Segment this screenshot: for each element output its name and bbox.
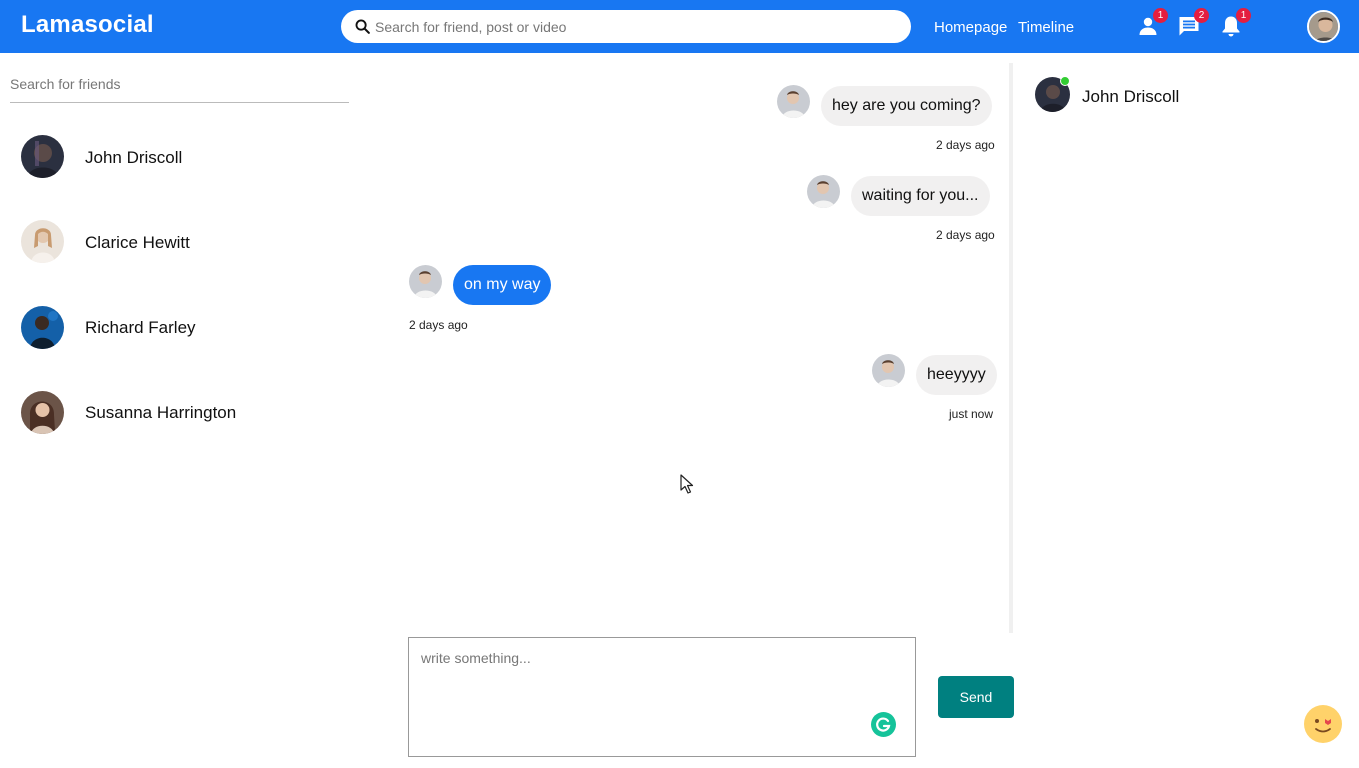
friend-requests-badge: 1 (1153, 8, 1168, 23)
emoji-face-icon (1306, 707, 1340, 741)
message-avatar (777, 85, 810, 118)
messages-button[interactable]: 2 (1177, 8, 1209, 38)
mouse-cursor-icon (680, 474, 694, 494)
emoji-widget[interactable] (1304, 705, 1342, 743)
friend-name: Richard Farley (85, 318, 196, 337)
message-avatar (409, 265, 442, 298)
friend-item-richard-farley[interactable]: Richard Farley (15, 296, 345, 356)
message-avatar (872, 354, 905, 387)
friend-item-susanna-harrington[interactable]: Susanna Harrington (15, 381, 345, 441)
nav-homepage[interactable]: Homepage (934, 19, 1007, 36)
online-status-dot (1060, 76, 1070, 86)
friend-name: Clarice Hewitt (85, 233, 190, 252)
message-bubble: hey are you coming? (821, 86, 992, 126)
message-time: just now (949, 407, 994, 421)
avatar (21, 220, 64, 263)
logo[interactable]: Lamasocial (21, 11, 154, 39)
avatar (21, 135, 64, 178)
topbar: Lamasocial Homepage Timeline 1 2 1 (0, 0, 1359, 53)
avatar (21, 391, 64, 434)
friend-item-john-driscoll[interactable]: John Driscoll (15, 126, 345, 186)
friend-item-clarice-hewitt[interactable]: Clarice Hewitt (15, 211, 345, 271)
message-bubble-own: on my way (453, 265, 552, 305)
message-bubble: heeyyyy (916, 355, 997, 395)
online-friend-john-driscoll[interactable]: John Driscoll (1035, 76, 1335, 113)
profile-avatar[interactable] (1307, 10, 1340, 43)
grammarly-icon[interactable] (871, 712, 896, 737)
send-button[interactable]: Send (938, 676, 1014, 718)
friend-name: John Driscoll (85, 148, 183, 167)
message-time: 2 days ago (409, 318, 468, 332)
friend-requests-button[interactable]: 1 (1136, 8, 1168, 38)
search-input[interactable] (375, 10, 895, 43)
message-bubble: waiting for you... (851, 176, 990, 216)
message-input[interactable] (408, 637, 916, 757)
message-avatar (807, 175, 840, 208)
chat-separator (1009, 63, 1013, 633)
friend-name: Susanna Harrington (85, 403, 237, 422)
notifications-badge: 1 (1236, 8, 1251, 23)
messages-badge: 2 (1194, 8, 1209, 23)
message-time: 2 days ago (936, 228, 995, 242)
friends-search-input[interactable] (10, 66, 349, 103)
notifications-button[interactable]: 1 (1219, 8, 1251, 38)
nav-timeline[interactable]: Timeline (1018, 19, 1074, 36)
avatar (21, 306, 64, 349)
user-photo (1309, 12, 1338, 41)
message-time: 2 days ago (936, 138, 995, 152)
search-bar[interactable] (341, 10, 911, 43)
online-friend-name: John Driscoll (1082, 87, 1180, 106)
search-icon (355, 19, 370, 34)
